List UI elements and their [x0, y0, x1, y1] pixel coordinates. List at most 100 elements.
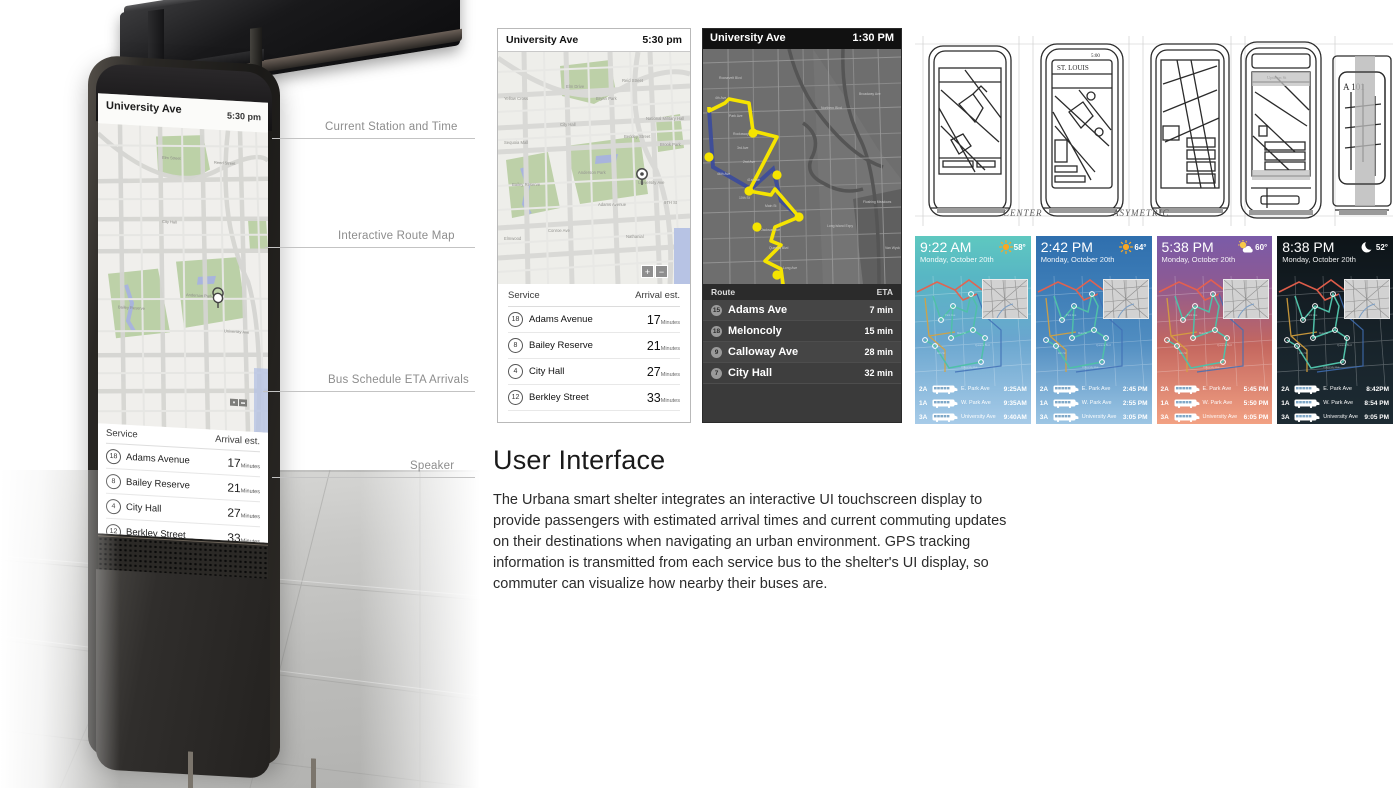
card-bus-list: 2A E. Park Ave 8:42PM 1A W. Park Ave 8:54 PM 3… — [1277, 382, 1393, 424]
svg-text:Roosevelt Blvd: Roosevelt Blvd — [719, 76, 742, 80]
left-fade — [0, 470, 120, 788]
card-route-map[interactable]: Park Ave Main St Elm St Queens Blvd Universi… — [1277, 276, 1393, 386]
dark-col-eta: ETA — [876, 287, 893, 297]
light-schedule-list: Service Arrival est. 18 Adams Avenue 17Min… — [498, 284, 690, 411]
card-destination: W. Park Ave — [1202, 400, 1233, 406]
card-route-number: 1A — [1160, 399, 1169, 407]
card-bus-row[interactable]: 1A W. Park Ave 9:35AM — [915, 396, 1031, 410]
svg-text:Bryan Park: Bryan Park — [596, 96, 618, 101]
svg-text:University Ave: University Ave — [961, 365, 978, 369]
card-route-map[interactable]: Park Ave Main St Elm St Queens Blvd Universi… — [1156, 276, 1273, 386]
card-date: Monday, October 20th — [1040, 255, 1115, 264]
route-name: Adams Avenue — [529, 314, 593, 325]
svg-text:Main St: Main St — [765, 204, 777, 208]
card-route-map[interactable]: Park Ave Main St Elm St Queens Blvd Universi… — [1035, 276, 1152, 386]
card-bus-row[interactable]: 1A W. Park Ave 8:54 PM — [1277, 396, 1393, 410]
card-weather: 52° — [1361, 240, 1388, 254]
zoom-in-button[interactable]: + — [641, 265, 654, 278]
bus-icon — [1174, 413, 1199, 422]
card-map-inset — [1344, 279, 1390, 319]
table-row[interactable]: 8 Bailey Reserve 21Minutes — [508, 333, 680, 359]
ui-state-card[interactable]: 2:42 PM Monday, October 20th 64° Park Ave Ma… — [1035, 236, 1152, 424]
zoom-out-button[interactable]: − — [655, 265, 668, 278]
table-row[interactable]: 12 Berkley Street 33Minutes — [508, 385, 680, 411]
card-bus-row[interactable]: 2A E. Park Ave 2:45 PM — [1036, 382, 1152, 396]
card-bus-row[interactable]: 3A University Ave 6:05 PM — [1157, 410, 1273, 424]
ui-state-card[interactable]: 9:22 AM Monday, October 20th 58° Park Ave Ma… — [915, 236, 1031, 424]
card-destination: University Ave — [1323, 414, 1358, 420]
svg-text:Rockaway: Rockaway — [733, 132, 749, 136]
table-row[interactable]: 18 Meloncoly 15 min — [703, 321, 901, 342]
route-name: Adams Ave — [728, 304, 788, 316]
card-arrival-time: 2:45 PM — [1122, 385, 1148, 393]
light-route-map[interactable]: Elm Drive Reid Street Bryan Park City Ha… — [498, 52, 690, 284]
card-destination: W. Park Ave — [961, 400, 991, 406]
kiosk-col-service: Service — [106, 427, 138, 441]
route-eta: 21Minutes — [227, 480, 260, 496]
bus-icon — [1053, 413, 1079, 422]
ui-state-card[interactable]: 8:38 PM Monday, October 20th 52° Park Ave Ma… — [1277, 236, 1393, 424]
light-station-label: University Ave — [506, 34, 579, 46]
card-weather: 60° — [1237, 240, 1267, 254]
route-badge: 4 — [508, 364, 523, 379]
card-map-inset — [1102, 279, 1149, 319]
table-row[interactable]: 15 Adams Ave 7 min — [703, 300, 901, 321]
route-name: Bailey Reserve — [126, 476, 190, 491]
route-name: City Hall — [126, 501, 162, 515]
card-map-inset — [1223, 279, 1270, 319]
route-name: City Hall — [728, 367, 773, 379]
svg-text:National Military Hall: National Military Hall — [646, 116, 684, 121]
sketch-note-center: CENTER — [1003, 208, 1043, 218]
svg-text:Elm St: Elm St — [1058, 351, 1066, 355]
card-map-inset — [981, 279, 1028, 319]
bus-icon — [1294, 399, 1320, 408]
table-row[interactable]: 7 City Hall 32 min — [703, 363, 901, 384]
ui-panel-light[interactable]: University Ave 5:30 pm Elm Drive Reid St… — [497, 28, 691, 423]
card-destination: University Ave — [1081, 414, 1117, 420]
svg-text:Bailey Reserve: Bailey Reserve — [512, 182, 541, 187]
table-row[interactable]: 4 City Hall 27Minutes — [508, 359, 680, 385]
svg-text:University Ave: University Ave — [1082, 365, 1099, 369]
ui-state-card[interactable]: 5:38 PM Monday, October 20th 60° Park Ave Ma… — [1156, 236, 1273, 424]
route-eta: 32 min — [864, 368, 893, 378]
svg-text:Park Ave: Park Ave — [1307, 313, 1318, 317]
kiosk-base-foot — [188, 751, 316, 788]
card-bus-row[interactable]: 3A University Ave 9:05 PM — [1277, 410, 1393, 424]
svg-text:2nd Ave: 2nd Ave — [743, 160, 755, 164]
bus-icon — [1174, 399, 1199, 408]
svg-text:9TH St: 9TH St — [664, 200, 678, 205]
card-route-map[interactable]: Park Ave Main St Elm St Queens Blvd Universi… — [915, 276, 1031, 386]
kiosk-col-arrival: Arrival est. — [215, 433, 260, 448]
table-row[interactable]: 9 Calloway Ave 28 min — [703, 342, 901, 363]
card-bus-row[interactable]: 2A E. Park Ave 8:42PM — [1277, 382, 1393, 396]
route-eta: 28 min — [864, 347, 893, 357]
right-fade — [360, 440, 480, 788]
card-bus-row[interactable]: 2A E. Park Ave 5:45 PM — [1157, 382, 1273, 396]
card-arrival-time: 8:42PM — [1366, 385, 1389, 393]
table-row[interactable]: 18 Adams Avenue 17Minutes — [508, 307, 680, 333]
route-badge: 15 — [711, 304, 722, 316]
map-zoom-controls[interactable]: + − — [641, 265, 668, 278]
card-arrival-time: 8:54 PM — [1364, 399, 1389, 407]
svg-text:Elm St: Elm St — [1179, 351, 1187, 355]
dark-station-label: University Ave — [710, 32, 786, 44]
product-render: University Ave 5:30 pm Elm Street Reed S… — [0, 0, 480, 788]
card-bus-row[interactable]: 1A W. Park Ave 2:55 PM — [1036, 396, 1152, 410]
svg-text:4th Ave: 4th Ave — [715, 96, 726, 100]
card-bus-row[interactable]: 1A W. Park Ave 5:50 PM — [1157, 396, 1273, 410]
kiosk-screen[interactable]: University Ave 5:30 pm Elm Street Reed S… — [98, 93, 268, 543]
dark-route-map[interactable]: Roosevelt Blvd 4th Ave Park Ave Rockaway 3… — [703, 49, 901, 284]
card-bus-row[interactable]: 2A E. Park Ave 9:25AM — [915, 382, 1031, 396]
svg-text:Queens Blvd: Queens Blvd — [1337, 343, 1352, 347]
ui-panel-dark[interactable]: University Ave 1:30 PM Roosevelt Blvd 4t… — [702, 28, 902, 423]
kiosk-route-map[interactable]: Elm Street Reed Street City Hall Anderso… — [98, 123, 268, 433]
bus-icon — [932, 385, 958, 394]
svg-text:Elm Drive: Elm Drive — [566, 84, 585, 89]
card-route-number: 3A — [1281, 413, 1290, 421]
svg-text:ST. LOUIS: ST. LOUIS — [1057, 64, 1089, 72]
card-bus-row[interactable]: 3A University Ave 9:40AM — [915, 410, 1031, 424]
svg-text:10th St: 10th St — [739, 196, 750, 200]
bus-icon — [1294, 385, 1320, 394]
card-bus-row[interactable]: 3A University Ave 3:05 PM — [1036, 410, 1152, 424]
card-route-number: 2A — [1160, 385, 1169, 393]
